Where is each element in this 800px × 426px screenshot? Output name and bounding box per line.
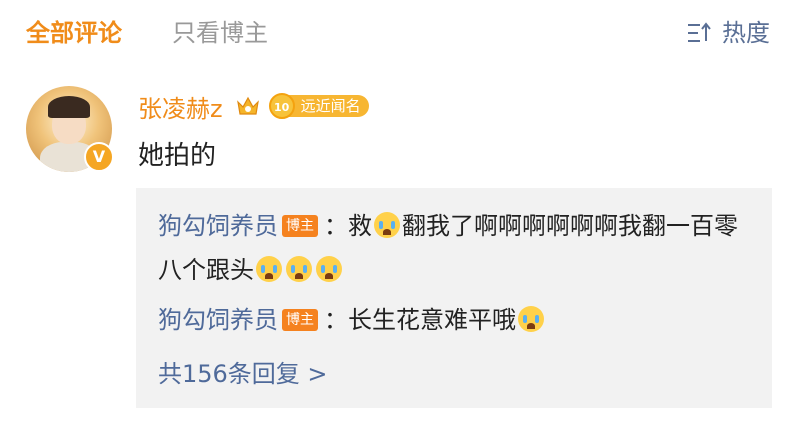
crying-emoji-icon bbox=[374, 212, 400, 238]
blogger-badge: 博主 bbox=[282, 215, 318, 237]
sort-icon bbox=[688, 22, 711, 42]
comment-header: 张凌赫z 10 远近闻名 bbox=[138, 88, 369, 124]
crying-emoji-icon bbox=[286, 256, 312, 282]
avatar-hair-shape bbox=[48, 96, 90, 118]
reply-author[interactable]: 狗勾饲养员 bbox=[158, 306, 278, 334]
crying-emoji-icon bbox=[518, 306, 544, 332]
reply-separator: ： bbox=[324, 212, 348, 240]
tab-all-comments[interactable]: 全部评论 bbox=[26, 16, 122, 50]
comment-tabs: 全部评论 只看博主 热度 bbox=[0, 0, 800, 68]
sort-by-heat-button[interactable]: 热度 bbox=[686, 16, 770, 50]
reply-item[interactable]: 狗勾饲养员 博主 ：长生花意难平哦 bbox=[158, 298, 758, 342]
fan-level-badge: 10 远近闻名 bbox=[268, 93, 369, 119]
sort-label: 热度 bbox=[722, 19, 770, 47]
reply-text: 救 bbox=[348, 212, 372, 240]
reply-item[interactable]: 狗勾饲养员 博主 ：救 翻我了啊啊啊啊啊啊我翻一百零八个跟头 bbox=[158, 204, 758, 292]
more-replies-link[interactable]: 共156条回复 > bbox=[158, 352, 328, 396]
level-number: 10 bbox=[268, 93, 295, 119]
reply-author[interactable]: 狗勾饲养员 bbox=[158, 212, 278, 240]
comment-text: 她拍的 bbox=[138, 141, 217, 171]
crown-icon bbox=[236, 96, 259, 115]
reply-box: 狗勾饲养员 博主 ：救 翻我了啊啊啊啊啊啊我翻一百零八个跟头 狗勾饲养员 博主 ：长生花意… bbox=[136, 188, 772, 408]
crying-emoji-icon bbox=[316, 256, 342, 282]
level-tag: 远近闻名 bbox=[288, 95, 369, 117]
tab-blogger-only[interactable]: 只看博主 bbox=[172, 16, 268, 50]
comment-username[interactable]: 张凌赫z bbox=[138, 89, 223, 124]
crying-emoji-icon bbox=[256, 256, 282, 282]
verified-badge-icon: V bbox=[84, 142, 114, 172]
blogger-badge: 博主 bbox=[282, 309, 318, 331]
reply-text: 长生花意难平哦 bbox=[348, 306, 516, 334]
reply-separator: ： bbox=[324, 306, 348, 334]
